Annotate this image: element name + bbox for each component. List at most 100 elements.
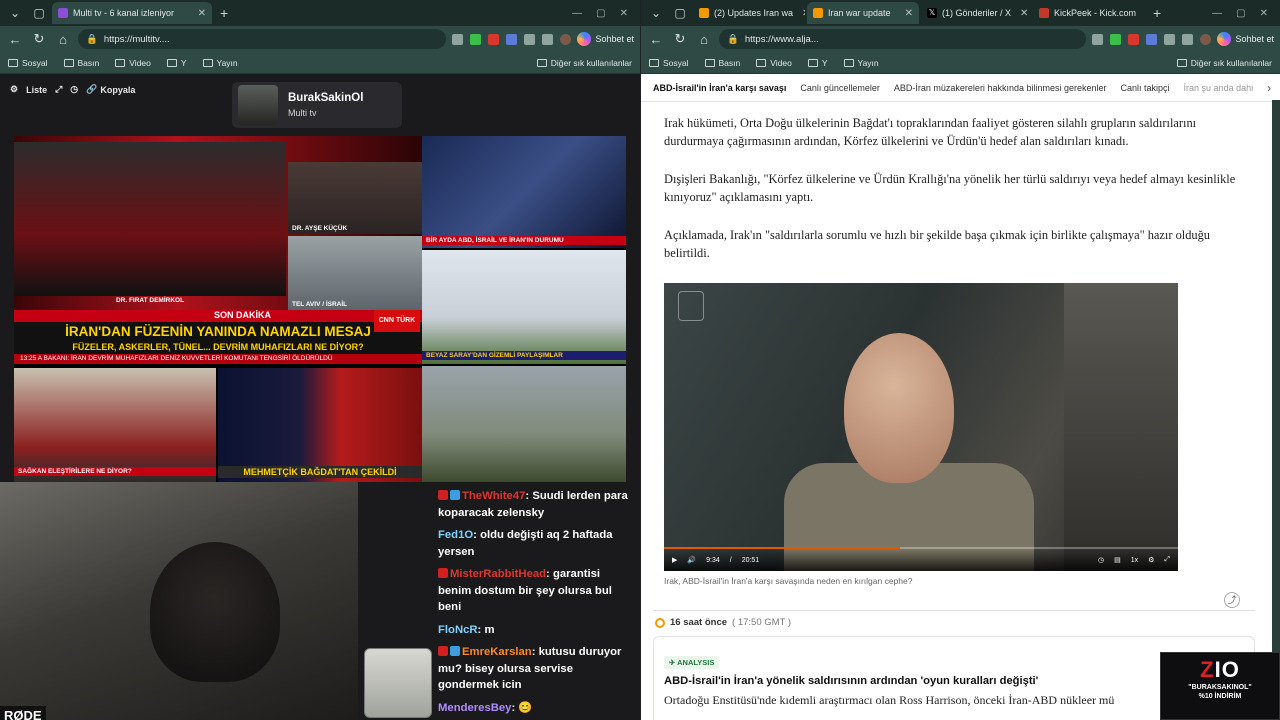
volume-icon[interactable]: 🔊 [687, 556, 696, 564]
bookmark-folder[interactable]: Y [166, 58, 187, 68]
workspaces-icon[interactable]: ▢ [669, 2, 691, 24]
chevron-right-icon[interactable]: › [1267, 81, 1271, 95]
extension-icon[interactable] [506, 33, 518, 45]
new-tab-button[interactable]: + [214, 5, 234, 21]
subnav-item[interactable]: Canlı güncellemeler [800, 83, 880, 93]
back-icon[interactable]: ← [6, 32, 24, 47]
settings-button[interactable]: ⚙ [10, 84, 18, 95]
video-tile-studio[interactable]: BİR AYDA ABD, İSRAİL VE İRAN'IN DURUMU [422, 136, 626, 248]
subnav-item[interactable]: Canlı takipçi [1121, 83, 1170, 93]
chat-user[interactable]: MenderesBey [438, 702, 511, 714]
minimize-icon[interactable]: — [572, 8, 582, 19]
play-icon[interactable]: ▶ [672, 556, 677, 564]
bookmark-folder[interactable]: Y [807, 58, 828, 68]
copy-button[interactable]: 🔗 Kopyala [86, 84, 135, 95]
fullscreen-icon[interactable]: ⤢ [1164, 556, 1170, 564]
extension-icon[interactable] [1164, 33, 1176, 45]
close-icon[interactable]: ✕ [1141, 8, 1145, 19]
minimize-icon[interactable]: — [1212, 8, 1222, 19]
chevron-down-icon[interactable]: ⌄ [645, 2, 667, 24]
workspaces-icon[interactable]: ▢ [28, 2, 50, 24]
refresh-icon[interactable]: ↻ [30, 31, 48, 47]
bookmark-folder[interactable]: Sosyal [649, 58, 689, 68]
extension-icon[interactable] [470, 33, 482, 45]
timer-icon[interactable]: ◷ [1098, 556, 1104, 564]
video-tile-whitehouse[interactable]: BEYAZ SARAY'DAN GİZEMLİ PAYLAŞIMLAR [422, 250, 626, 364]
chat-user[interactable]: EmreKarslan [462, 646, 532, 658]
playback-speed[interactable]: 1x [1131, 557, 1138, 564]
bookmark-folder[interactable]: Yayın [202, 57, 238, 68]
extension-icon[interactable] [1128, 33, 1140, 45]
video-tile-ministry[interactable]: MEHMETÇİK BAĞDAT'TAN ÇEKİLDİ [218, 368, 422, 482]
bookmark-folder[interactable]: Yayın [843, 58, 879, 68]
new-tab-button[interactable]: + [1147, 5, 1167, 21]
video-tile-debate[interactable]: SAĞKAN ELEŞTİRİLERE NE DİYOR? [14, 368, 216, 482]
address-bar[interactable]: 🔒 https://multitv.... [78, 29, 447, 49]
copilot-button[interactable]: Sohbet et [577, 32, 634, 46]
subnav-item[interactable]: ABD-İsrail'in İran'a karşı savaşı [653, 83, 786, 93]
avatar[interactable] [1200, 33, 1212, 45]
tab-multitv[interactable]: Multi tv - 6 kanal izleniyor ✕ [52, 2, 212, 24]
address-bar[interactable]: 🔒 https://www.alja... [719, 29, 1087, 49]
copilot-button[interactable]: Sohbet et [1217, 32, 1274, 46]
subnav-item[interactable]: ABD-İran müzakereleri hakkında bilinmesi… [894, 83, 1107, 93]
tab-x[interactable]: 𝕏 (1) Gönderiler / X ✕ [921, 2, 1031, 24]
back-icon[interactable]: ← [647, 32, 665, 47]
chat-user[interactable]: TheWhite47 [462, 490, 525, 502]
bookmark-other[interactable]: Diğer sık kullanılanlar [536, 58, 632, 68]
left-browser-window: ⌄ ▢ Multi tv - 6 kanal izleniyor ✕ + — ▢… [0, 0, 640, 720]
refresh-icon[interactable]: ↻ [671, 31, 689, 47]
maximize-icon[interactable]: ▢ [596, 8, 605, 19]
expand-icon: ⤢ [55, 84, 63, 94]
bookmark-folder[interactable]: Video [756, 58, 792, 68]
home-icon[interactable]: ⌂ [695, 32, 713, 47]
extension-icon[interactable] [1110, 33, 1122, 45]
gear-icon[interactable]: ⚙ [1148, 556, 1154, 564]
close-icon[interactable]: ✕ [798, 8, 805, 19]
close-window-icon[interactable]: ✕ [1260, 8, 1268, 19]
extension-icon[interactable] [524, 33, 536, 45]
bookmark-other[interactable]: Diğer sık kullanılanlar [1176, 58, 1272, 68]
extension-icon[interactable] [1092, 33, 1104, 45]
maximize-icon[interactable]: ▢ [1236, 8, 1245, 19]
list-button[interactable]: Liste [26, 85, 47, 95]
extension-icon[interactable] [542, 33, 554, 45]
bookmark-label: Yayın [216, 57, 238, 68]
subnav-item[interactable]: İran şu anda dahi [1184, 83, 1254, 93]
chevron-down-icon[interactable]: ⌄ [4, 2, 26, 24]
chat-user[interactable]: Fed1O [438, 529, 473, 541]
fullscreen-button[interactable]: ⤢ [55, 84, 62, 95]
chat-user[interactable]: FloNcR [438, 624, 478, 636]
avatar[interactable] [560, 33, 572, 45]
share-icon[interactable]: ⤴ [1224, 592, 1240, 608]
tab-iran-war[interactable]: Iran war update ✕ [807, 2, 919, 24]
video-tile-main[interactable]: DR. FIRAT DEMİRKOL DR. AYŞE KÜÇÜK TEL AV… [14, 136, 422, 310]
tab-updates[interactable]: (2) Updates Iran wa ✕ [693, 2, 805, 24]
captions-icon[interactable]: ▤ [1114, 556, 1121, 564]
scrollbar[interactable] [1272, 100, 1280, 720]
extension-icon[interactable] [452, 33, 464, 45]
channel-name: BurakSakinOl [288, 92, 364, 104]
close-window-icon[interactable]: ✕ [620, 8, 628, 19]
video-player[interactable]: ▶ 🔊 9:34 / 20:51 ◷ ▤ 1x ⚙ ⤢ [664, 283, 1178, 571]
extension-icon[interactable] [1146, 33, 1158, 45]
update-headline[interactable]: ABD-İsrail'in İran'a yönelik saldırısını… [664, 675, 1038, 687]
close-icon[interactable]: ✕ [901, 8, 913, 19]
bookmark-folder[interactable]: Basın [704, 58, 740, 68]
close-icon[interactable]: ✕ [1016, 8, 1028, 19]
bookmark-folder[interactable]: Sosyal [8, 58, 48, 68]
extension-icon[interactable] [488, 33, 500, 45]
chat-user[interactable]: MisterRabbitHead [450, 568, 546, 580]
bookmarks-bar: Sosyal Basın Video Y Yayın Diğer sık kul… [0, 52, 640, 74]
bookmark-folder[interactable]: Video [115, 58, 151, 68]
close-icon[interactable]: ✕ [194, 8, 206, 19]
tab-kickpeek[interactable]: KickPeek - Kick.com ✕ [1033, 2, 1145, 24]
channel-card[interactable]: BurakSakinOl Multi tv [232, 82, 402, 128]
history-button[interactable]: ◷ [70, 84, 78, 95]
bookmark-label: Video [770, 57, 792, 68]
extension-icon[interactable] [1182, 33, 1194, 45]
streamer-silhouette [150, 542, 280, 682]
home-icon[interactable]: ⌂ [54, 32, 72, 47]
video-tile-cityview[interactable] [422, 366, 626, 482]
bookmark-folder[interactable]: Basın [63, 58, 99, 68]
